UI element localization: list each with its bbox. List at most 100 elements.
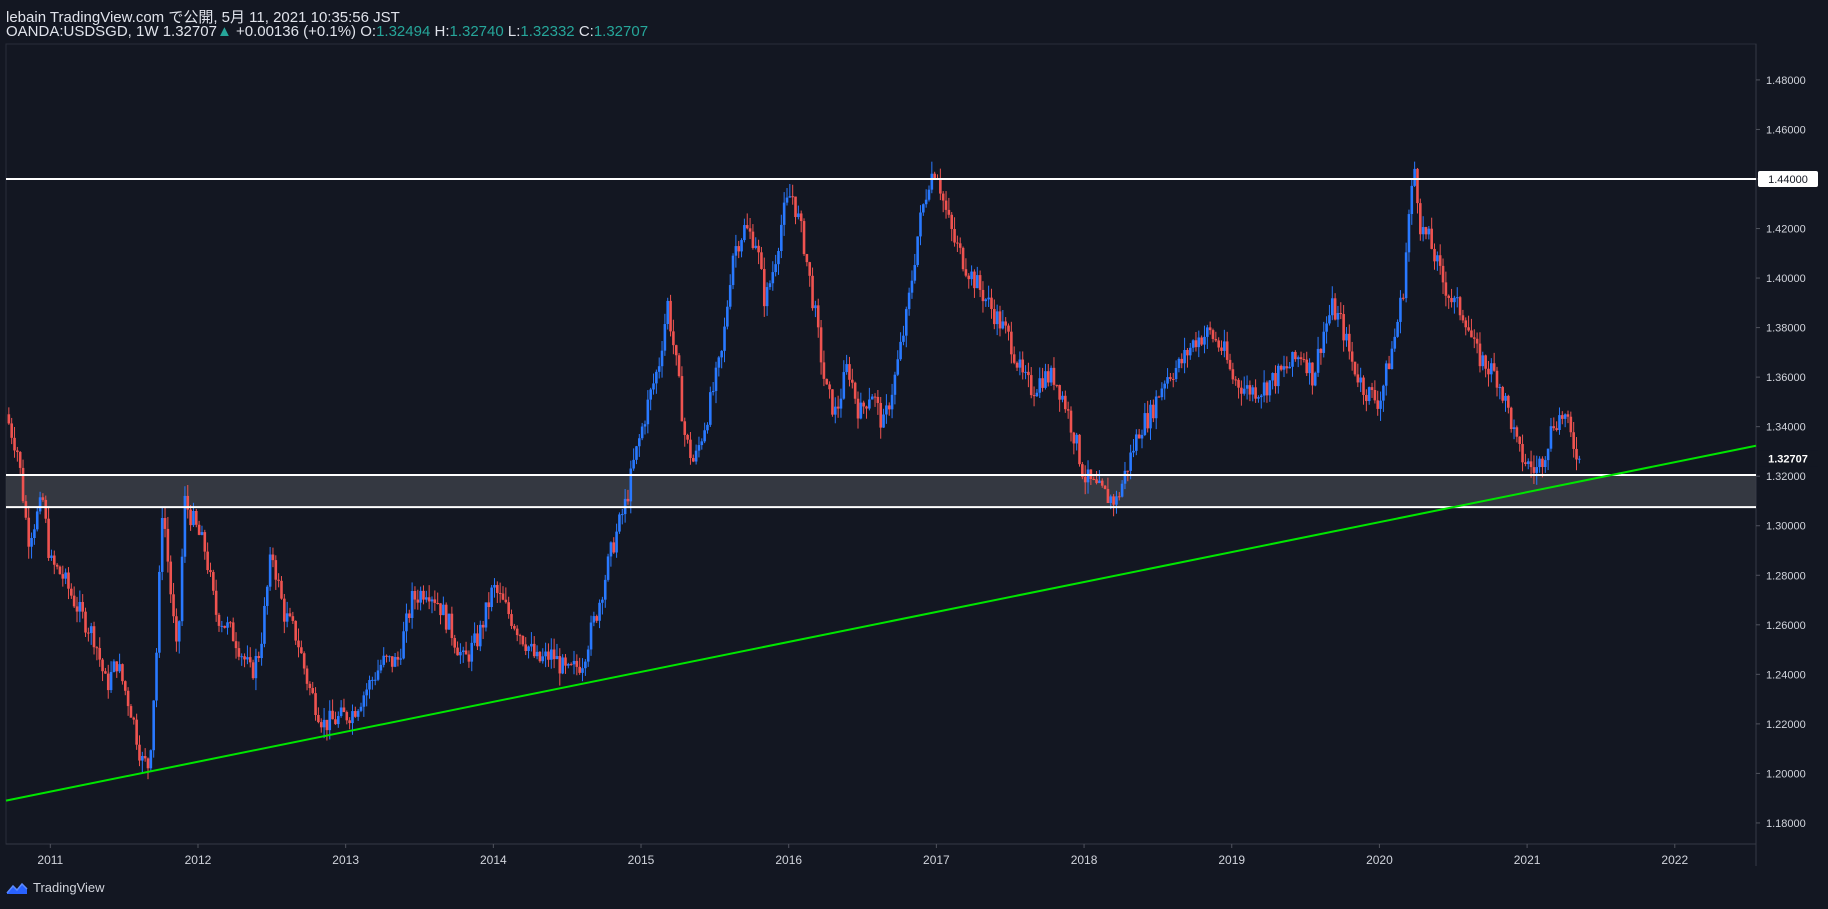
candle[interactable] [697, 436, 701, 458]
candle[interactable] [581, 658, 584, 682]
candle[interactable] [1538, 456, 1541, 473]
candle[interactable] [615, 523, 618, 558]
candle[interactable] [1038, 367, 1042, 398]
candle[interactable] [1206, 324, 1209, 350]
candle[interactable] [791, 184, 794, 205]
candle[interactable] [189, 504, 192, 531]
candle[interactable] [1231, 362, 1235, 385]
candle[interactable] [655, 369, 658, 394]
candle[interactable] [1194, 331, 1198, 352]
candle[interactable] [1427, 225, 1431, 240]
candle[interactable] [924, 189, 928, 208]
candle[interactable] [1322, 321, 1326, 358]
candle[interactable] [1081, 461, 1084, 480]
candle[interactable] [1069, 406, 1073, 442]
candle[interactable] [365, 683, 368, 707]
candle[interactable] [1277, 363, 1280, 394]
candle[interactable] [246, 645, 249, 665]
candle[interactable] [52, 550, 56, 575]
candle[interactable] [1450, 288, 1453, 308]
candle[interactable] [285, 601, 289, 628]
candle[interactable] [1004, 317, 1007, 334]
candle[interactable] [856, 391, 860, 429]
candle[interactable] [612, 537, 616, 554]
candle[interactable] [904, 306, 908, 348]
candle[interactable] [913, 253, 917, 284]
candle[interactable] [1384, 360, 1388, 396]
candle[interactable] [1512, 419, 1516, 440]
candle[interactable] [919, 205, 922, 246]
candle[interactable] [1509, 406, 1513, 433]
candle[interactable] [490, 584, 493, 612]
candle[interactable] [1027, 362, 1030, 388]
candle[interactable] [771, 261, 775, 291]
candle[interactable] [1390, 341, 1394, 370]
candle[interactable] [547, 643, 550, 667]
candle[interactable] [402, 621, 405, 660]
candle[interactable] [1225, 331, 1229, 364]
candle[interactable] [1254, 379, 1257, 403]
candle[interactable] [450, 606, 454, 646]
candle[interactable] [280, 576, 283, 600]
candle[interactable] [720, 350, 723, 369]
candle[interactable] [1396, 319, 1399, 338]
candle[interactable] [302, 651, 306, 675]
candle[interactable] [1035, 389, 1039, 397]
candle[interactable] [493, 578, 496, 598]
candle[interactable] [160, 506, 164, 581]
candle[interactable] [283, 593, 286, 634]
candle[interactable] [447, 613, 451, 630]
candle[interactable] [1223, 329, 1226, 358]
candle[interactable] [1507, 394, 1510, 414]
candle[interactable] [1177, 357, 1181, 373]
candle[interactable] [308, 681, 312, 696]
candle[interactable] [666, 297, 670, 330]
candle[interactable] [311, 681, 315, 695]
candle[interactable] [220, 620, 224, 633]
candle[interactable] [1379, 391, 1382, 421]
candle[interactable] [572, 650, 576, 675]
candle[interactable] [1066, 401, 1070, 419]
candle[interactable] [853, 381, 857, 404]
candle[interactable] [958, 237, 962, 255]
candle[interactable] [55, 563, 59, 570]
candle[interactable] [1376, 390, 1380, 416]
candle[interactable] [121, 663, 124, 685]
candle[interactable] [689, 432, 692, 465]
candle[interactable] [831, 389, 834, 417]
candle[interactable] [229, 620, 232, 628]
candle[interactable] [564, 654, 567, 674]
candle[interactable] [561, 654, 564, 675]
candle[interactable] [240, 653, 244, 666]
candle[interactable] [342, 698, 346, 713]
candle[interactable] [200, 525, 204, 536]
candle[interactable] [765, 282, 769, 316]
candle[interactable] [87, 627, 90, 642]
candle[interactable] [1501, 385, 1504, 404]
candle[interactable] [544, 642, 547, 668]
candle[interactable] [1311, 362, 1314, 395]
candle[interactable] [859, 392, 863, 420]
candle[interactable] [723, 317, 726, 363]
candle[interactable] [1203, 325, 1206, 354]
candle[interactable] [1262, 370, 1266, 403]
candle[interactable] [487, 592, 491, 620]
candle[interactable] [552, 638, 556, 669]
candle[interactable] [987, 285, 990, 308]
candle[interactable] [1240, 380, 1243, 406]
candle[interactable] [1044, 363, 1047, 390]
candle[interactable] [947, 197, 951, 218]
candle[interactable] [18, 451, 22, 475]
candle[interactable] [1271, 372, 1274, 390]
candle[interactable] [175, 608, 178, 652]
candle[interactable] [104, 667, 107, 674]
candle[interactable] [473, 622, 476, 646]
candle[interactable] [1191, 339, 1195, 353]
candle[interactable] [263, 597, 266, 648]
candle[interactable] [1078, 434, 1081, 467]
candle[interactable] [981, 281, 985, 313]
candle[interactable] [322, 707, 326, 739]
candle[interactable] [1171, 372, 1175, 388]
candle[interactable] [1242, 376, 1246, 396]
candle[interactable] [413, 586, 417, 610]
